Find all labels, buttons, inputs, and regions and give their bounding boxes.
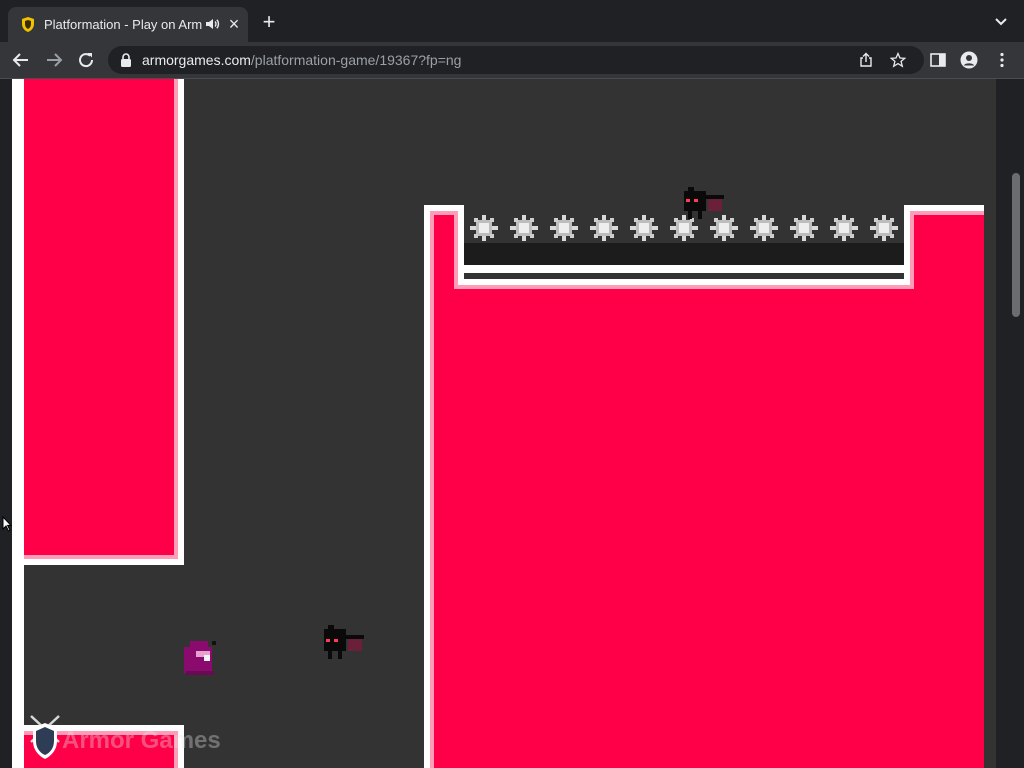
spike bbox=[590, 215, 618, 241]
browser-tab[interactable]: Platformation - Play on Arm × bbox=[8, 7, 248, 42]
profile-icon[interactable] bbox=[960, 51, 978, 69]
spike bbox=[550, 215, 578, 241]
enemy-upper bbox=[684, 187, 724, 219]
scrollbar-thumb[interactable] bbox=[1012, 173, 1020, 317]
armor-games-logo bbox=[30, 715, 60, 759]
url-path: /platformation-game/19367?fp=ng bbox=[250, 52, 462, 68]
reload-icon[interactable] bbox=[75, 49, 97, 71]
spike bbox=[830, 215, 858, 241]
spike bbox=[790, 215, 818, 241]
tab-title: Platformation - Play on Arm bbox=[44, 17, 203, 32]
enemy-lower bbox=[324, 625, 364, 659]
page-margin-left bbox=[0, 79, 12, 768]
web-page: Armor Games bbox=[0, 79, 1024, 768]
speaker-icon[interactable] bbox=[204, 16, 220, 32]
tab-close-button[interactable]: × bbox=[226, 15, 242, 33]
armor-games-logo-text: Armor Games bbox=[62, 727, 221, 754]
browser-toolbar: armorgames.com/platformation-game/19367?… bbox=[0, 42, 1024, 78]
address-bar[interactable]: armorgames.com/platformation-game/19367?… bbox=[108, 46, 924, 74]
spike bbox=[510, 215, 538, 241]
forward-arrow-icon[interactable] bbox=[43, 49, 65, 71]
game-canvas[interactable]: Armor Games bbox=[12, 79, 996, 768]
more-menu-icon[interactable] bbox=[993, 51, 1011, 69]
star-icon[interactable] bbox=[890, 52, 906, 68]
spike bbox=[470, 215, 498, 241]
side-panel-icon[interactable] bbox=[929, 51, 947, 69]
player-character bbox=[184, 641, 216, 675]
new-tab-button[interactable]: + bbox=[258, 11, 280, 33]
page-scrollbar[interactable] bbox=[1008, 79, 1024, 768]
spike bbox=[630, 215, 658, 241]
mouse-cursor-icon bbox=[2, 516, 12, 532]
chevron-down-icon[interactable] bbox=[992, 14, 1010, 30]
page-margin-right bbox=[996, 79, 1008, 768]
armor-games-shield-icon bbox=[22, 17, 34, 32]
share-icon[interactable] bbox=[858, 52, 874, 68]
tab-strip: Platformation - Play on Arm × + bbox=[0, 0, 1024, 42]
url-domain: armorgames.com bbox=[142, 52, 251, 68]
spike bbox=[750, 215, 778, 241]
game-left-wall bbox=[12, 79, 24, 768]
url-text[interactable]: armorgames.com/platformation-game/19367?… bbox=[142, 51, 461, 69]
pillar-left bbox=[24, 79, 174, 555]
back-arrow-icon[interactable] bbox=[10, 49, 32, 71]
lock-icon[interactable] bbox=[120, 53, 132, 67]
spike bbox=[870, 215, 898, 241]
right-mass bbox=[434, 289, 984, 768]
